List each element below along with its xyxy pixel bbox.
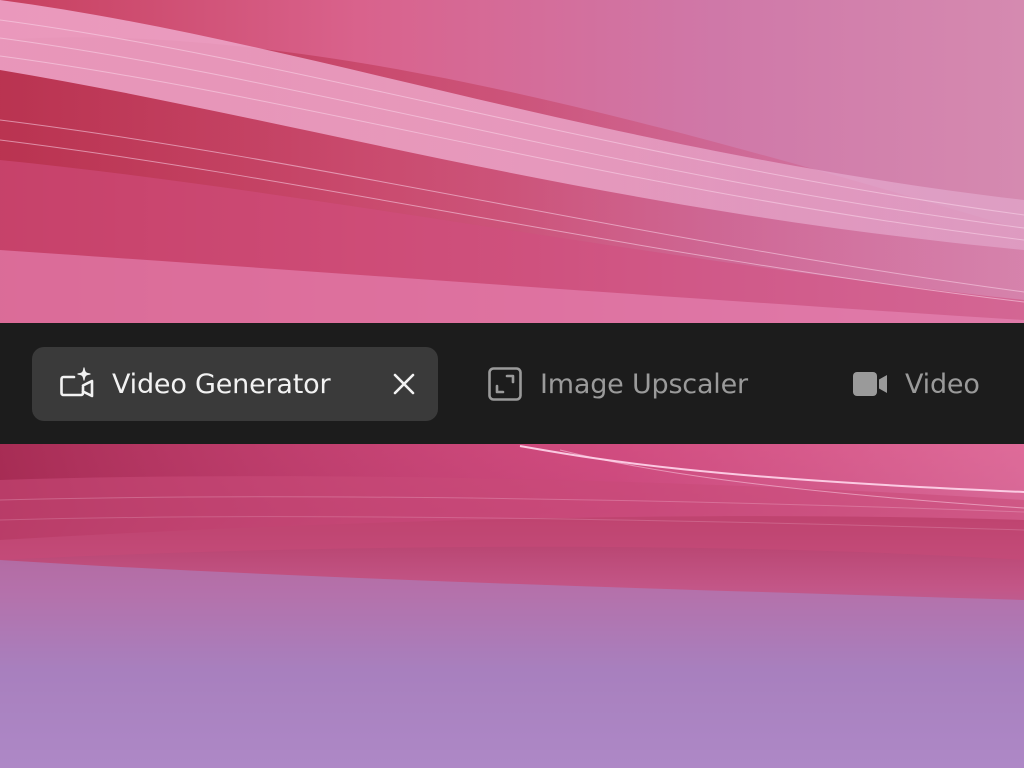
video-sparkle-icon (58, 365, 96, 403)
tab-label: Video (905, 368, 980, 400)
tab-label: Image Upscaler (540, 368, 748, 400)
tab-bar: Video Generator Image Upscaler Video (0, 323, 1024, 444)
close-tab-button[interactable] (384, 364, 424, 404)
video-camera-icon (851, 365, 889, 403)
tab-video-generator[interactable]: Video Generator (32, 347, 438, 421)
tab-label: Video Generator (112, 368, 331, 400)
tab-video[interactable]: Video (851, 347, 980, 421)
tab-image-upscaler[interactable]: Image Upscaler (486, 347, 748, 421)
expand-icon (486, 365, 524, 403)
close-icon (393, 373, 415, 395)
